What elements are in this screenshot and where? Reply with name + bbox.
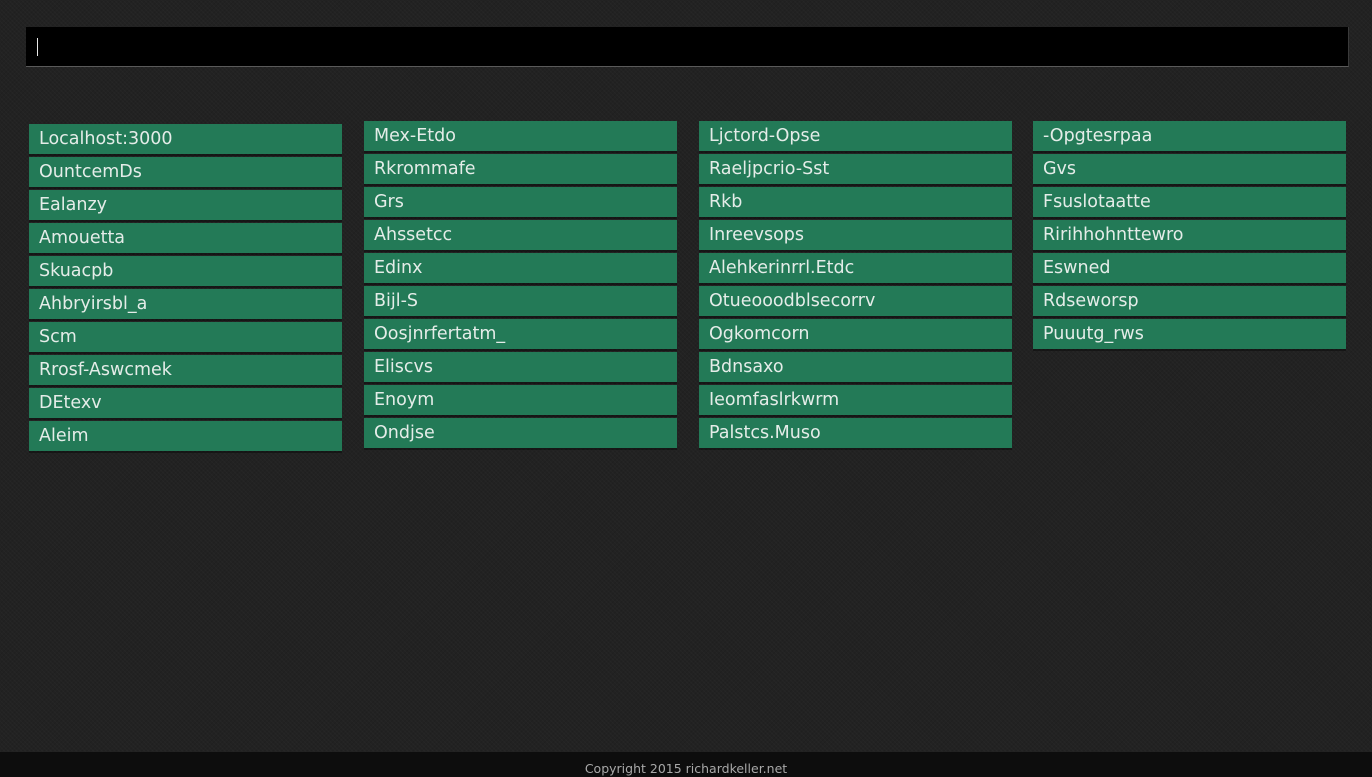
link-tile[interactable]: Amouetta: [29, 223, 342, 253]
link-tile[interactable]: Scm: [29, 322, 342, 352]
link-column-1: Localhost:3000 OuntcemDs Ealanzy Amouett…: [29, 124, 342, 454]
link-tile[interactable]: Fsuslotaatte: [1033, 187, 1346, 217]
link-column-3: Ljctord-Opse Raeljpcrio-Sst Rkb Inreevso…: [699, 121, 1012, 451]
link-tile[interactable]: Ririhhohnttewro: [1033, 220, 1346, 250]
link-tile[interactable]: -Opgtesrpaa: [1033, 121, 1346, 151]
link-tile[interactable]: DEtexv: [29, 388, 342, 418]
link-tile[interactable]: Ahbryirsbl_a: [29, 289, 342, 319]
copyright-text: Copyright 2015 richardkeller.net: [584, 761, 788, 776]
search-bar[interactable]: [26, 27, 1349, 67]
link-tile[interactable]: Skuacpb: [29, 256, 342, 286]
link-tile[interactable]: Aleim: [29, 421, 342, 451]
link-tile[interactable]: Ahssetcc: [364, 220, 677, 250]
link-tile[interactable]: Edinx: [364, 253, 677, 283]
link-tile[interactable]: Palstcs.Muso: [699, 418, 1012, 448]
link-tile[interactable]: Mex-Etdo: [364, 121, 677, 151]
link-tile[interactable]: OuntcemDs: [29, 157, 342, 187]
link-tile[interactable]: Inreevsops: [699, 220, 1012, 250]
link-column-2: Mex-Etdo Rkrommafe Grs Ahssetcc Edinx Bi…: [364, 121, 677, 451]
text-cursor: [37, 38, 38, 56]
link-tile[interactable]: Bdnsaxo: [699, 352, 1012, 382]
link-tile[interactable]: Ieomfaslrkwrm: [699, 385, 1012, 415]
link-tile[interactable]: Raeljpcrio-Sst: [699, 154, 1012, 184]
link-tile[interactable]: Ogkomcorn: [699, 319, 1012, 349]
link-tile[interactable]: Eswned: [1033, 253, 1346, 283]
link-tile[interactable]: Ljctord-Opse: [699, 121, 1012, 151]
link-tile[interactable]: Rkrommafe: [364, 154, 677, 184]
link-tile[interactable]: Eliscvs: [364, 352, 677, 382]
link-tile[interactable]: Ealanzy: [29, 190, 342, 220]
link-tile[interactable]: Alehkerinrrl.Etdc: [699, 253, 1012, 283]
link-tile[interactable]: Localhost:3000: [29, 124, 342, 154]
link-tile[interactable]: Ondjse: [364, 418, 677, 448]
link-tile[interactable]: Otueooodblsecorrv: [699, 286, 1012, 316]
link-tile[interactable]: Bijl-S: [364, 286, 677, 316]
search-input[interactable]: [26, 27, 1348, 66]
link-tile[interactable]: Rkb: [699, 187, 1012, 217]
link-tile[interactable]: Gvs: [1033, 154, 1346, 184]
link-tile[interactable]: Grs: [364, 187, 677, 217]
link-tile[interactable]: Rrosf-Aswcmek: [29, 355, 342, 385]
link-column-4: -Opgtesrpaa Gvs Fsuslotaatte Ririhhohntt…: [1033, 121, 1346, 352]
link-tile[interactable]: Oosjnrfertatm_: [364, 319, 677, 349]
link-tile[interactable]: Puuutg_rws: [1033, 319, 1346, 349]
footer: Copyright 2015 richardkeller.net: [0, 752, 1372, 777]
link-tile[interactable]: Enoym: [364, 385, 677, 415]
link-tile[interactable]: Rdseworsp: [1033, 286, 1346, 316]
